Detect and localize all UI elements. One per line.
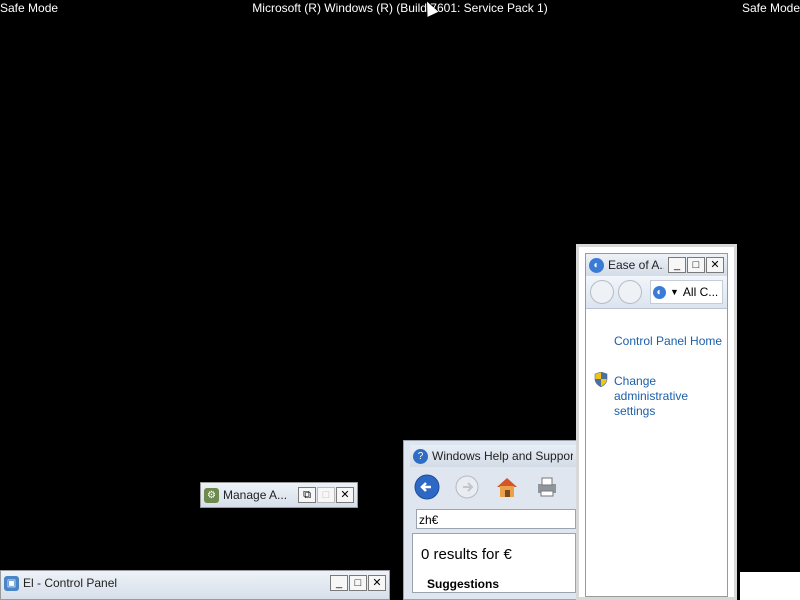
manage-titlebar[interactable]: ⚙ Manage A... ⧉ □ ✕ xyxy=(201,483,357,507)
minimize-button[interactable]: _ xyxy=(330,575,348,591)
help-titlebar[interactable]: ? Windows Help and Support xyxy=(410,445,576,467)
close-button[interactable]: ✕ xyxy=(336,487,354,503)
nav-forward-button[interactable] xyxy=(618,280,642,304)
nav-back-button[interactable] xyxy=(590,280,614,304)
address-text: All C... xyxy=(682,285,719,299)
home-button[interactable] xyxy=(494,474,520,500)
address-ease-icon: ◐ xyxy=(653,285,666,299)
help-and-support-window: ? Windows Help and Support zh€ 0 results… xyxy=(403,440,583,600)
help-icon: ? xyxy=(413,448,428,464)
back-button[interactable] xyxy=(414,474,440,500)
maximize-button-disabled: □ xyxy=(317,487,335,503)
help-toolbar xyxy=(404,467,582,507)
forward-arrow-icon xyxy=(455,475,479,499)
chevron-down-icon[interactable]: ▼ xyxy=(670,287,679,297)
ease-of-access-icon: ◐ xyxy=(589,257,604,273)
maximize-button[interactable]: □ xyxy=(349,575,367,591)
uac-shield-icon xyxy=(594,372,608,387)
back-arrow-icon xyxy=(414,474,440,500)
control-panel-window: ▣ El - Control Panel _ □ ✕ xyxy=(0,570,390,600)
manage-window-title: Manage A... xyxy=(223,488,288,502)
change-administrative-settings-link[interactable]: Change administrative settings xyxy=(614,374,714,419)
help-search-input[interactable]: zh€ xyxy=(416,509,576,529)
print-button[interactable] xyxy=(534,474,560,500)
forward-button[interactable] xyxy=(454,474,480,500)
control-panel-title: El - Control Panel xyxy=(23,576,118,590)
search-results-pane: 0 results for € Suggestions xyxy=(412,533,576,593)
window-edge-strip xyxy=(740,572,800,600)
minimize-button[interactable]: _ xyxy=(668,257,686,273)
help-window-title: Windows Help and Support xyxy=(432,449,573,463)
restore-button[interactable]: ⧉ xyxy=(298,487,316,503)
ease-titlebar[interactable]: ◐ Ease of A... _ □ ✕ xyxy=(586,254,727,276)
address-bar[interactable]: ◐ ▼ All C... xyxy=(650,280,723,304)
ease-window-title: Ease of A... xyxy=(608,258,664,272)
close-button[interactable]: ✕ xyxy=(706,257,724,273)
os-build-label: Microsoft (R) Windows (R) (Build 7601: S… xyxy=(252,1,548,15)
maximize-button[interactable]: □ xyxy=(687,257,705,273)
ease-of-access-window: ◐ Ease of A... _ □ ✕ ◐ ▼ All C... Contro… xyxy=(576,244,737,600)
safe-mode-label-right: Safe Mode xyxy=(741,1,800,15)
printer-icon xyxy=(538,477,556,497)
close-button[interactable]: ✕ xyxy=(368,575,386,591)
suggestions-heading: Suggestions xyxy=(427,577,500,591)
manage-app-icon: ⚙ xyxy=(204,487,219,503)
home-icon xyxy=(497,478,517,497)
manage-window: ⚙ Manage A... ⧉ □ ✕ xyxy=(200,482,358,508)
control-panel-home-link[interactable]: Control Panel Home xyxy=(614,334,722,348)
control-panel-titlebar[interactable]: ▣ El - Control Panel _ □ ✕ xyxy=(1,571,389,595)
control-panel-icon: ▣ xyxy=(4,575,19,591)
ease-navbar: ◐ ▼ All C... xyxy=(586,276,727,309)
results-count-text: 0 results for € xyxy=(421,546,512,563)
